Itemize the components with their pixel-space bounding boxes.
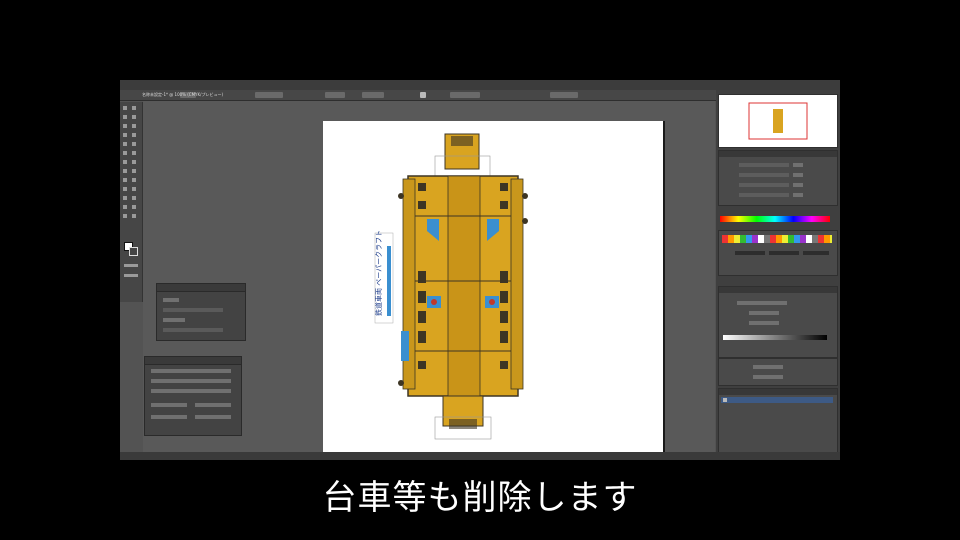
transform-panel-header[interactable] (145, 357, 241, 365)
magic-wand-tool-icon[interactable] (123, 115, 127, 119)
yellow-value[interactable] (793, 183, 803, 187)
x-field[interactable] (151, 403, 187, 407)
swatch-group[interactable] (769, 251, 799, 255)
blend-mode-field[interactable] (753, 375, 783, 379)
draw-mode-icon[interactable] (124, 264, 138, 267)
magenta-slider[interactable] (739, 173, 789, 177)
hand-tool-icon[interactable] (123, 214, 127, 218)
pencil-tool-icon[interactable] (132, 142, 136, 146)
height-field[interactable] (195, 415, 231, 419)
free-transform-tool-icon[interactable] (132, 160, 136, 164)
width-field[interactable] (151, 415, 187, 419)
rotate-tool-icon[interactable] (123, 151, 127, 155)
cyan-slider[interactable] (739, 163, 789, 167)
tools-panel (120, 102, 143, 302)
gradient-tool-icon[interactable] (132, 178, 136, 182)
screen-mode-icon[interactable] (124, 274, 138, 277)
gradient-angle-field[interactable] (749, 311, 779, 315)
document-tab[interactable]: 名称未設定-1* @ 100% (CMYK/プレビュー) (142, 91, 223, 99)
pathfinder-buttons[interactable] (163, 328, 223, 332)
y-field[interactable] (195, 403, 231, 407)
width-tool-icon[interactable] (123, 160, 127, 164)
transform-field[interactable] (151, 369, 231, 373)
color-panel[interactable] (718, 150, 838, 206)
yellow-slider[interactable] (739, 183, 789, 187)
gradient-bar-icon[interactable] (723, 335, 827, 340)
right-panel-dock (716, 90, 840, 460)
cyan-value[interactable] (793, 163, 803, 167)
pathfinders-label (163, 318, 185, 322)
transform-field[interactable] (151, 389, 231, 393)
lasso-tool-icon[interactable] (132, 115, 136, 119)
swatches-icon[interactable] (722, 235, 832, 243)
artboard[interactable]: 鉄道車両 ペーパークラフト (323, 121, 665, 460)
slice-tool-icon[interactable] (132, 205, 136, 209)
direct-selection-tool-icon[interactable] (132, 106, 136, 110)
transform-field[interactable] (450, 92, 480, 98)
selection-tool-icon[interactable] (123, 106, 127, 110)
transparency-panel[interactable] (718, 358, 838, 386)
black-value[interactable] (793, 193, 803, 197)
menu-bar[interactable] (120, 80, 840, 90)
blend-tool-icon[interactable] (132, 187, 136, 191)
shape-mode-buttons[interactable] (163, 308, 223, 312)
line-tool-icon[interactable] (123, 133, 127, 137)
perspective-tool-icon[interactable] (132, 169, 136, 173)
layers-panel-header[interactable] (719, 389, 837, 395)
layers-icon[interactable] (723, 398, 727, 402)
train-papercraft-icon[interactable]: 鉄道車両 ペーパークラフト (323, 121, 663, 460)
shape-mode-label (163, 298, 179, 302)
swatches-panel[interactable] (718, 230, 838, 276)
style-dropdown[interactable] (325, 92, 345, 98)
artboard-tool-icon[interactable] (123, 205, 127, 209)
pathfinder-panel-header[interactable] (157, 284, 245, 292)
transform-field[interactable] (151, 379, 231, 383)
gradient-type-field[interactable] (737, 301, 787, 305)
magenta-value[interactable] (793, 173, 803, 177)
pen-tool-icon[interactable] (123, 124, 127, 128)
rectangle-tool-icon[interactable] (132, 133, 136, 137)
gradient-panel[interactable] (718, 286, 838, 358)
align-controls[interactable] (550, 92, 578, 98)
navigator-preview-icon (748, 102, 808, 140)
stroke-swatch-icon[interactable] (129, 247, 138, 256)
swatch-group[interactable] (735, 251, 765, 255)
black-slider[interactable] (739, 193, 789, 197)
shape-builder-tool-icon[interactable] (123, 169, 127, 173)
symbol-sprayer-tool-icon[interactable] (123, 196, 127, 200)
status-bar (120, 452, 840, 460)
pathfinder-panel[interactable] (156, 283, 246, 341)
scale-tool-icon[interactable] (132, 151, 136, 155)
zoom-tool-icon[interactable] (132, 214, 136, 218)
recolor-icon[interactable] (420, 92, 426, 98)
stroke-dropdown[interactable] (255, 92, 283, 98)
layer-row-selected[interactable] (721, 397, 833, 403)
navigator-panel[interactable] (718, 94, 838, 148)
layers-panel[interactable] (718, 388, 838, 458)
graph-tool-icon[interactable] (132, 196, 136, 200)
transform-panel[interactable] (144, 356, 242, 436)
type-tool-icon[interactable] (132, 124, 136, 128)
swatch-group[interactable] (803, 251, 829, 255)
illustrator-window: 名称未設定-1* @ 100% (CMYK/プレビュー) 鉄道車両 ペーパークラ… (120, 80, 840, 460)
video-subtitle: 台車等も削除します (322, 478, 638, 518)
mesh-tool-icon[interactable] (123, 178, 127, 182)
gradient-panel-header[interactable] (719, 287, 837, 293)
artwork-side-text: 鉄道車両 ペーパークラフト (374, 230, 383, 316)
gradient-aspect-field[interactable] (749, 321, 779, 325)
opacity-field[interactable] (753, 365, 783, 369)
opacity-field[interactable] (362, 92, 384, 98)
brush-tool-icon[interactable] (123, 142, 127, 146)
color-spectrum-icon[interactable] (720, 216, 830, 222)
eyedropper-tool-icon[interactable] (123, 187, 127, 191)
color-panel-header[interactable] (719, 151, 837, 157)
